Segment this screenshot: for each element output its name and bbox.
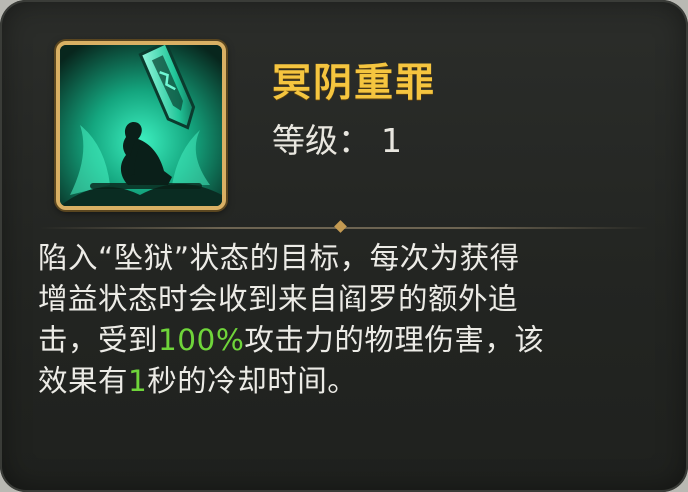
skill-description: 陷入“坠狱”状态的目标，每次为获得 增益状态时会收到来自阎罗的额外追 击，受到1… xyxy=(38,238,648,402)
description-text: 击，受到 xyxy=(38,323,159,357)
description-line: 增益状态时会收到来自阎罗的额外追 xyxy=(38,282,519,316)
description-line: 效果有1秒的冷却时间。 xyxy=(38,361,648,402)
level-value: 1 xyxy=(381,121,402,160)
damage-percent-value: 100% xyxy=(158,323,245,357)
skill-tooltip-panel: 冥阴重罪 等级： 1 陷入“坠狱”状态的目标，每次为获得 增益状态时会收到来自阎罗… xyxy=(0,0,688,492)
divider-ornament xyxy=(334,220,347,233)
description-text: 效果有 xyxy=(38,364,129,398)
description-line: 陷入“坠狱”状态的目标，每次为获得 xyxy=(38,241,520,275)
level-label: 等级： xyxy=(272,121,371,160)
description-text: 攻击力的物理伤害，该 xyxy=(244,323,545,357)
kneeling-figure-with-green-crystal-icon xyxy=(60,45,222,206)
skill-name: 冥阴重罪 xyxy=(272,61,437,106)
skill-level: 等级： 1 xyxy=(272,114,402,162)
description-line: 击，受到100%攻击力的物理伤害，该 xyxy=(38,320,648,361)
cooldown-value: 1 xyxy=(128,364,148,398)
description-text: 秒的冷却时间。 xyxy=(147,364,358,398)
skill-icon xyxy=(56,41,226,210)
